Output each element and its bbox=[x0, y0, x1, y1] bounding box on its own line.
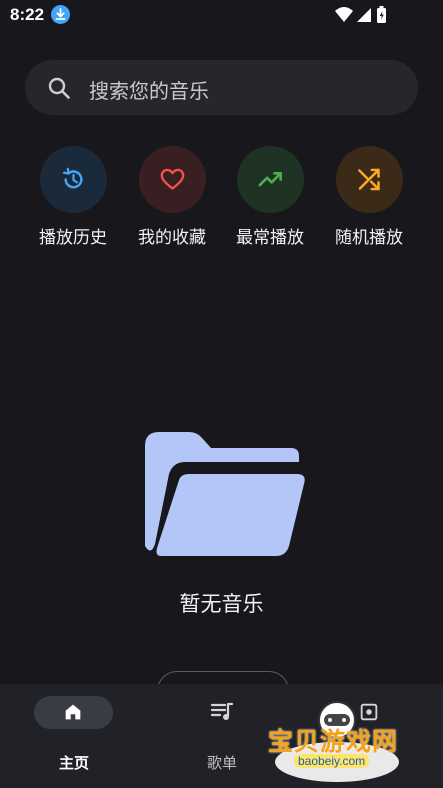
quick-action-label: 我的收藏 bbox=[138, 228, 206, 248]
favorites-button-circle[interactable] bbox=[138, 146, 206, 213]
search-bar[interactable]: 搜索您的音乐 bbox=[25, 60, 418, 115]
search-icon bbox=[47, 76, 71, 100]
quick-action-most-played[interactable]: 最常播放 bbox=[224, 146, 316, 248]
quick-action-label: 播放历史 bbox=[39, 228, 107, 248]
wifi-icon bbox=[335, 7, 353, 22]
empty-state-text: 暂无音乐 bbox=[179, 592, 264, 616]
watermark-text: 宝贝游戏网 bbox=[268, 728, 399, 756]
battery-icon bbox=[377, 6, 386, 23]
status-bar: 8:22 bbox=[0, 0, 443, 30]
folder-open-icon bbox=[145, 432, 307, 560]
home-icon bbox=[62, 701, 84, 727]
playlist-icon bbox=[210, 701, 234, 727]
signal-icon bbox=[357, 8, 371, 22]
quick-action-shuffle[interactable]: 随机播放 bbox=[323, 146, 415, 248]
quick-action-label: 随机播放 bbox=[335, 228, 403, 248]
quick-action-favorites[interactable]: 我的收藏 bbox=[126, 146, 218, 248]
watermark-url: baobeiy.com bbox=[294, 754, 370, 768]
shuffle-button-circle[interactable] bbox=[335, 146, 403, 213]
watermark-logo: 宝贝游戏网 baobeiy.com bbox=[262, 690, 422, 788]
download-icon bbox=[51, 5, 70, 24]
status-time: 8:22 bbox=[10, 5, 45, 24]
history-button-circle[interactable] bbox=[39, 146, 107, 213]
shuffle-icon bbox=[357, 168, 380, 191]
nav-label: 主页 bbox=[58, 754, 89, 772]
quick-action-label: 最常播放 bbox=[236, 228, 304, 248]
nav-item-home[interactable]: 主页 bbox=[0, 684, 148, 788]
trending-up-icon bbox=[258, 172, 282, 187]
most-played-button-circle[interactable] bbox=[236, 146, 304, 213]
search-placeholder: 搜索您的音乐 bbox=[89, 79, 209, 103]
quick-action-history[interactable]: 播放历史 bbox=[27, 146, 119, 248]
history-icon bbox=[62, 167, 83, 189]
heart-icon bbox=[160, 168, 184, 190]
status-icons bbox=[333, 5, 413, 25]
